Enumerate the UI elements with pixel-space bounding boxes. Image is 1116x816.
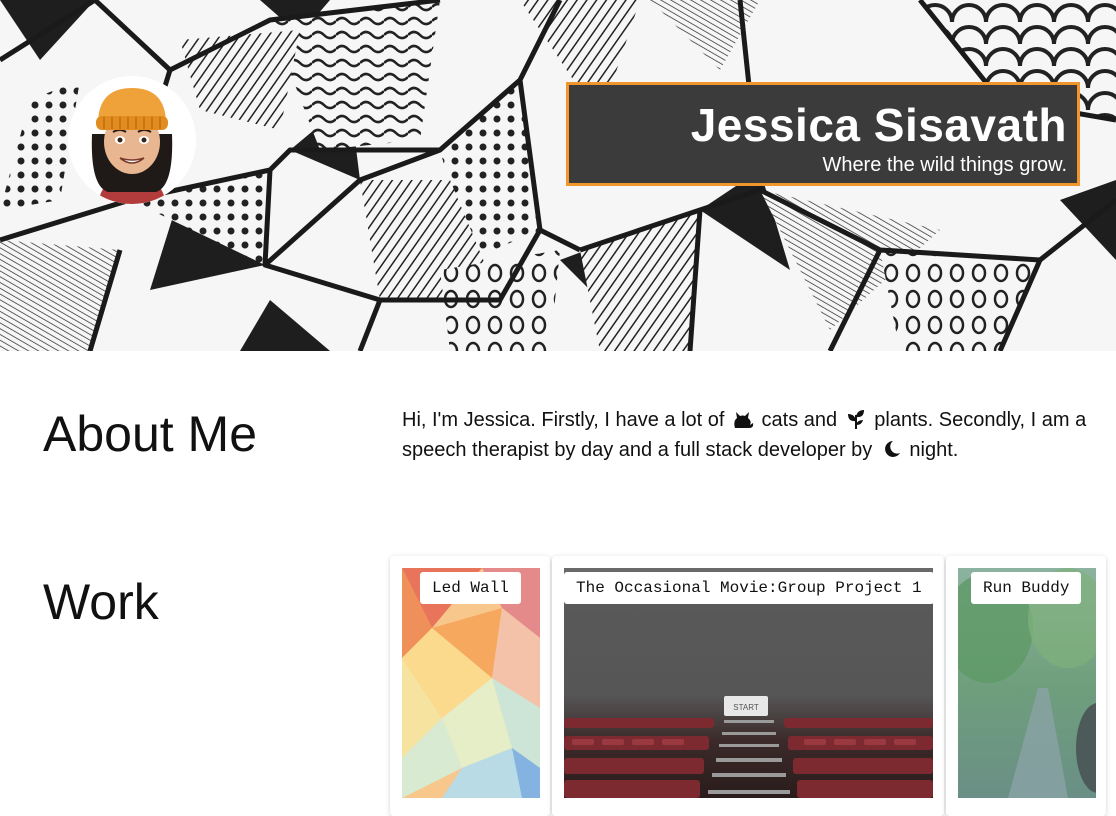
about-text-part-2: cats and [761, 409, 838, 431]
about-text-part-4: night. [909, 439, 959, 461]
work-heading: Work [43, 574, 159, 630]
site-tagline: Where the wild things grow. [822, 154, 1067, 176]
about-heading: About Me [43, 406, 258, 462]
seedling-icon [845, 408, 867, 429]
project-thumbnail-occasional-movie: START [564, 568, 933, 816]
site-name: Jessica Sisavath [690, 99, 1067, 151]
profile-avatar [68, 76, 196, 204]
project-thumbnail-led-wall [402, 568, 540, 816]
project-label-occasional-movie: The Occasional Movie:Group Project 1 [564, 572, 934, 604]
start-button-label: START [733, 703, 759, 712]
project-card-occasional-movie[interactable]: START The Occasional Movie:Group Project… [552, 556, 944, 816]
bitmoji-avatar-icon [68, 76, 196, 204]
site-title-box: Jessica Sisavath Where the wild things g… [566, 82, 1080, 186]
project-card-led-wall[interactable]: Led Wall [390, 556, 550, 816]
moon-icon [880, 438, 902, 458]
cat-icon [732, 408, 754, 428]
about-text-part-1: Hi, I'm Jessica. Firstly, I have a lot o… [402, 409, 725, 431]
project-label-led-wall: Led Wall [420, 572, 521, 604]
project-label-run-buddy: Run Buddy [971, 572, 1082, 604]
hero-banner: Jessica Sisavath Where the wild things g… [0, 0, 1116, 351]
about-text: Hi, I'm Jessica. Firstly, I have a lot o… [402, 405, 1092, 465]
project-thumbnail-run-buddy [958, 568, 1096, 816]
project-card-run-buddy[interactable]: Run Buddy [946, 556, 1106, 816]
